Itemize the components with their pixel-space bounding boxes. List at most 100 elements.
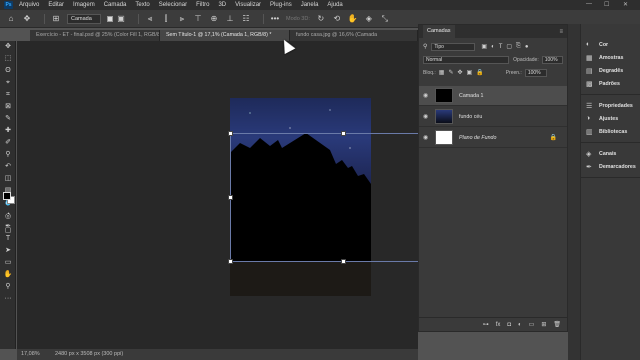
- align-bottom-icon[interactable]: ⊥: [225, 14, 235, 24]
- align-left-icon[interactable]: ⫷: [145, 14, 155, 24]
- panel-menu-icon[interactable]: ≡: [559, 29, 563, 35]
- layer-row[interactable]: ◉ fundo céu: [419, 107, 567, 127]
- filter-pixel-icon[interactable]: ▣: [481, 43, 487, 50]
- filter-type-icon[interactable]: T: [499, 44, 503, 50]
- lock-artboard-icon[interactable]: ▣: [467, 69, 473, 76]
- menu-visualizar[interactable]: Visualizar: [235, 2, 261, 8]
- lasso-tool-icon[interactable]: ʘ: [0, 65, 16, 77]
- transform-handle-top-left[interactable]: [228, 131, 233, 136]
- menu-3d[interactable]: 3D: [218, 2, 226, 8]
- layer-row[interactable]: ◉ Plano de Fundo 🔒: [419, 128, 567, 148]
- transform-handle-top[interactable]: [341, 131, 346, 136]
- slide-3d-icon[interactable]: ◈: [364, 14, 374, 24]
- link-layers-icon[interactable]: ⊶: [483, 321, 489, 328]
- filter-smart-object-icon[interactable]: ⎘: [516, 43, 521, 50]
- dock-item-propriedades[interactable]: ☰ Propriedades: [581, 99, 640, 112]
- transform-handle-left[interactable]: [228, 195, 233, 200]
- filter-shape-icon[interactable]: ▢: [506, 43, 512, 50]
- tab-camadas[interactable]: Camadas: [423, 25, 455, 38]
- menu-texto[interactable]: Texto: [135, 2, 149, 8]
- opacity-input[interactable]: 100%: [541, 55, 563, 64]
- auto-select-icon[interactable]: ⊞: [51, 14, 61, 24]
- dock-item-padroes[interactable]: ▩ Padrões: [581, 77, 640, 90]
- align-top-icon[interactable]: ⊤: [193, 14, 203, 24]
- align-center-icon[interactable]: ⫿: [161, 14, 171, 24]
- visibility-eye-icon[interactable]: ◉: [423, 92, 431, 99]
- distribute-icon[interactable]: ☷: [241, 14, 251, 24]
- align-right-icon[interactable]: ⫸: [177, 14, 187, 24]
- fill-input[interactable]: 100%: [524, 68, 547, 77]
- menu-camada[interactable]: Camada: [104, 2, 127, 8]
- more-options-icon[interactable]: •••: [270, 14, 280, 24]
- healing-brush-tool-icon[interactable]: ✚: [0, 125, 16, 137]
- scale-3d-icon[interactable]: ⤡: [380, 14, 390, 24]
- delete-layer-icon[interactable]: 🗑: [553, 321, 561, 328]
- menu-selecionar[interactable]: Selecionar: [159, 2, 187, 8]
- roll-3d-icon[interactable]: ⟲: [332, 14, 342, 24]
- menu-ajuda[interactable]: Ajuda: [327, 2, 342, 8]
- dock-item-cor[interactable]: ◐ Cor: [581, 38, 640, 51]
- shape-tool-icon[interactable]: ▭: [0, 257, 16, 269]
- pan-3d-icon[interactable]: ✋: [348, 14, 358, 24]
- menu-arquivo[interactable]: Arquivo: [19, 2, 39, 8]
- home-icon[interactable]: ⌂: [6, 14, 16, 24]
- lock-position-icon[interactable]: ✥: [458, 69, 463, 76]
- close-icon[interactable]: ✕: [623, 1, 628, 8]
- new-group-icon[interactable]: ▭: [529, 321, 535, 328]
- zoom-level[interactable]: 17,08%: [21, 349, 55, 360]
- screen-mode-icon[interactable]: ▢: [0, 225, 16, 237]
- dock-item-ajustes[interactable]: ◑ Ajustes: [581, 112, 640, 125]
- lock-pixels-icon[interactable]: ✎: [448, 69, 453, 76]
- history-brush-tool-icon[interactable]: ↶: [0, 161, 16, 173]
- hand-tool-icon[interactable]: ✋: [0, 269, 16, 281]
- move-tool-icon[interactable]: ✥: [0, 41, 16, 53]
- tab-sem-titulo[interactable]: Sem Título-1 @ 17,1% (Camada 1, RGB/8) *: [160, 30, 290, 41]
- new-layer-icon[interactable]: ⊞: [541, 321, 546, 328]
- frame-tool-icon[interactable]: ⊠: [0, 101, 16, 113]
- canvas-area[interactable]: [17, 41, 630, 349]
- zoom-tool-icon[interactable]: ⚲: [0, 281, 16, 293]
- add-mask-icon[interactable]: ◘: [507, 322, 511, 328]
- layer-filter-dropdown[interactable]: Tipo: [431, 42, 476, 51]
- dock-item-demarcadores[interactable]: ✒ Demarcadores: [581, 160, 640, 173]
- object-select-tool-icon[interactable]: ⌖: [0, 77, 16, 89]
- maximize-icon[interactable]: ☐: [604, 1, 609, 8]
- eyedropper-tool-icon[interactable]: ✎: [0, 113, 16, 125]
- menu-editar[interactable]: Editar: [48, 2, 64, 8]
- blend-mode-dropdown[interactable]: Normal: [423, 55, 510, 64]
- dock-item-degrades[interactable]: ▤ Degradês: [581, 64, 640, 77]
- transform-handle-bottom[interactable]: [341, 259, 346, 264]
- move-tool-icon[interactable]: ✥: [22, 14, 32, 24]
- auto-select-dropdown[interactable]: Camada: [67, 13, 101, 24]
- more-tools-icon[interactable]: ···: [0, 293, 16, 305]
- quick-mask-icon[interactable]: ◎: [0, 211, 16, 223]
- layer-style-icon[interactable]: fx: [496, 322, 501, 328]
- foreground-color-swatch[interactable]: [3, 192, 11, 200]
- brush-tool-icon[interactable]: ✐: [0, 137, 16, 149]
- menu-janela[interactable]: Janela: [301, 2, 319, 8]
- orbit-3d-icon[interactable]: ↻: [316, 14, 326, 24]
- menu-plugins[interactable]: Plug-ins: [270, 2, 292, 8]
- path-select-tool-icon[interactable]: ➤: [0, 245, 16, 257]
- menu-filtro[interactable]: Filtro: [196, 2, 209, 8]
- tab-exercicio[interactable]: Exercício - ET - final.psd @ 25% (Color …: [30, 30, 160, 41]
- visibility-eye-icon[interactable]: ◉: [423, 134, 431, 141]
- align-middle-icon[interactable]: ⊕: [209, 14, 219, 24]
- crop-tool-icon[interactable]: ⌗: [0, 89, 16, 101]
- clone-stamp-tool-icon[interactable]: ⚲: [0, 149, 16, 161]
- lock-all-icon[interactable]: 🔒: [476, 69, 483, 76]
- transform-controls-checkbox[interactable]: [107, 15, 113, 22]
- dock-item-canais[interactable]: ◈ Canais: [581, 147, 640, 160]
- transform-controls-icon[interactable]: ▣: [116, 14, 126, 24]
- layer-row[interactable]: ◉ Camada 1: [419, 86, 567, 106]
- menu-imagem[interactable]: Imagem: [73, 2, 95, 8]
- new-adjustment-layer-icon[interactable]: ◐: [518, 322, 522, 328]
- tab-fundo-casa[interactable]: fundo casa.jpg @ 16,6% (Camada: [290, 30, 418, 41]
- layer-lock-icon[interactable]: 🔒: [550, 134, 557, 141]
- eraser-tool-icon[interactable]: ◫: [0, 173, 16, 185]
- marquee-tool-icon[interactable]: ⬚: [0, 53, 16, 65]
- minimize-icon[interactable]: —: [586, 1, 592, 7]
- transform-handle-bottom-left[interactable]: [228, 259, 233, 264]
- dock-item-bibliotecas[interactable]: ▥ Bibliotecas: [581, 125, 640, 138]
- lock-transparency-icon[interactable]: ▦: [439, 69, 445, 76]
